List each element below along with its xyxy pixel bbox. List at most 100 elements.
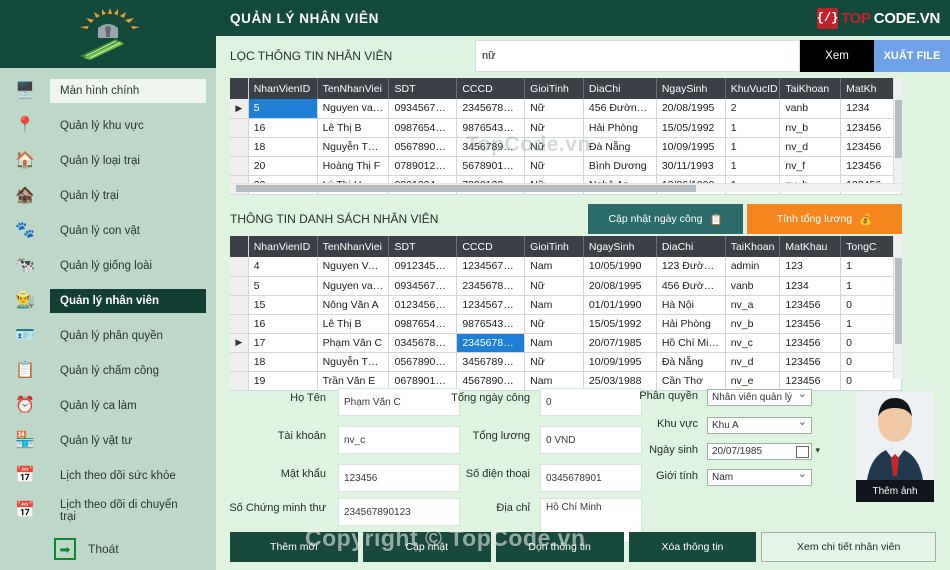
table-cell[interactable]: 18 — [248, 352, 318, 372]
table-row[interactable]: ▶ 5 Nguyen van B 0934567890 234567890... Nữ 45… — [230, 99, 902, 119]
table-cell[interactable]: Nữ — [524, 352, 584, 372]
table-cell[interactable]: nv_d — [779, 137, 842, 157]
row-selector-cell[interactable] — [230, 156, 249, 176]
table-cell[interactable]: 10/05/1990 — [583, 257, 657, 277]
table-cell[interactable]: Nữ — [524, 276, 584, 296]
table-cell[interactable]: 1 — [725, 118, 781, 138]
column-header-diachi[interactable]: DiaChi — [583, 78, 657, 99]
table-cell[interactable]: 123456 — [779, 333, 842, 353]
table-cell[interactable]: 123 — [779, 257, 842, 277]
view-button[interactable]: Xem — [800, 40, 874, 72]
table-cell[interactable]: nv_f — [779, 156, 842, 176]
table-row[interactable]: ▶ 17 Phạm Văn C 0345678901 234567890... Nam 20… — [230, 333, 902, 353]
table-cell[interactable]: 15/05/1992 — [656, 118, 726, 138]
sidebar-item-lich-theo-doi-di-chuyen-trai[interactable]: 📅 Lịch theo dõi di chuyển trại — [0, 494, 216, 528]
sidebar-item-quan-ly-phan-quyen[interactable]: 🪪 Quản lý phân quyền — [0, 319, 216, 353]
all-employee-table[interactable]: NhanVienID TenNhanViei SDT CCCD GioiTinh Ngay… — [230, 236, 902, 391]
filtered-employee-table[interactable]: NhanVienID TenNhanViei SDT CCCD GioiTinh DiaC… — [230, 78, 902, 195]
column-header-sdt[interactable]: SDT — [388, 78, 458, 99]
table-cell[interactable]: 20 — [248, 156, 318, 176]
table-row[interactable]: 20 Hoàng Thị F 0789012345 567890123... Nữ Bìn… — [230, 156, 902, 176]
table-row[interactable]: 16 Lê Thị B 0987654321 987654321... Nữ 15/05/… — [230, 314, 902, 334]
column-header-diachi[interactable]: DiaChi — [656, 236, 726, 257]
table-cell[interactable]: 18 — [248, 137, 318, 157]
table-cell[interactable]: Nguyen van B — [317, 99, 390, 119]
table-cell[interactable]: 456 Đường ... — [583, 99, 657, 119]
delete-info-button[interactable]: Xóa thông tin — [628, 532, 757, 562]
table-cell[interactable]: Nữ — [524, 314, 584, 334]
sidebar-item-man-hinh-chinh[interactable]: 🖥️ Màn hình chính — [0, 74, 216, 108]
table-cell[interactable]: Lê Thị B — [317, 118, 390, 138]
table-cell[interactable]: 5 — [248, 99, 318, 119]
employee-photo[interactable] — [856, 392, 934, 489]
sidebar-item-quan-ly-trai[interactable]: 🏚️ Quản lý trại — [0, 179, 216, 213]
row-selector-cell[interactable] — [230, 118, 249, 138]
column-header-cccd[interactable]: CCCD — [456, 78, 526, 99]
sidebar-item-quan-ly-khu-vuc[interactable]: 📍 Quản lý khu vực — [0, 109, 216, 143]
ngaysinh-datepicker[interactable] — [707, 443, 812, 460]
table-cell[interactable]: 123 Đường ... — [656, 257, 726, 277]
row-selector-cell[interactable] — [230, 352, 249, 372]
export-file-button[interactable]: XUẤT FILE — [874, 40, 950, 72]
sidebar-item-quan-ly-cham-cong[interactable]: 📋 Quản lý chấm công — [0, 354, 216, 388]
table-cell[interactable]: Hải Phòng — [583, 118, 657, 138]
search-input[interactable] — [475, 40, 800, 72]
sidebar-item-quan-ly-ca-lam[interactable]: ⏰ Quản lý ca làm — [0, 389, 216, 423]
table-cell[interactable]: 16 — [248, 314, 318, 334]
table-cell[interactable]: 123456 — [779, 295, 842, 315]
table-cell[interactable]: 5 — [248, 276, 318, 296]
row-selector-cell[interactable] — [230, 137, 249, 157]
table-cell[interactable]: Nữ — [524, 156, 584, 176]
table-cell[interactable]: 1234 — [779, 276, 842, 296]
table-cell[interactable]: 16 — [248, 118, 318, 138]
table-cell[interactable]: Bình Dương — [583, 156, 657, 176]
table-cell[interactable]: 345678901... — [456, 352, 526, 372]
table-cell[interactable]: 15/05/1992 — [583, 314, 657, 334]
column-header-cccd[interactable]: CCCD — [456, 236, 526, 257]
sidebar-item-quan-ly-con-vat[interactable]: 🐾 Quản lý con vật — [0, 214, 216, 248]
row-selector-cell[interactable] — [230, 276, 249, 296]
table-row[interactable]: 18 Nguyễn Thị D 0567890123 345678901... Nữ Đà… — [230, 137, 902, 157]
sidebar-item-lich-theo-doi-suc-khoe[interactable]: 📅 Lịch theo dõi sức khỏe — [0, 459, 216, 493]
column-header-gioitinh[interactable]: GioiTinh — [524, 78, 584, 99]
table-row[interactable]: 18 Nguyễn Thị D 0567890123 345678901... Nữ 10… — [230, 352, 902, 372]
table-cell[interactable]: 0567890123 — [388, 352, 458, 372]
table-cell[interactable]: 234567890... — [456, 276, 526, 296]
table-cell[interactable]: 17 — [248, 333, 318, 353]
table-cell[interactable]: 0934567890 — [388, 99, 458, 119]
clear-info-button[interactable]: Dọn thông tin — [495, 532, 624, 562]
add-photo-button[interactable]: Thêm ảnh — [856, 480, 934, 502]
vertical-scrollbar[interactable] — [893, 78, 902, 183]
table-cell[interactable]: 10/09/1995 — [583, 352, 657, 372]
table-cell[interactable]: Nam — [524, 257, 584, 277]
table-cell[interactable]: 123456789... — [456, 295, 526, 315]
table-cell[interactable]: Lê Thị B — [317, 314, 390, 334]
table-cell[interactable]: Đà Nẵng — [656, 352, 726, 372]
row-selector-cell[interactable] — [230, 295, 249, 315]
table-row[interactable]: 5 Nguyen van B 0934567890 234567890... Nữ 20/… — [230, 276, 902, 296]
table-cell[interactable]: 456 Đường ... — [656, 276, 726, 296]
table-cell[interactable]: Nam — [524, 295, 584, 315]
table-row[interactable]: 15 Nông Văn A 0123456789 123456789... Nam 01/… — [230, 295, 902, 315]
table-cell[interactable]: 0567890123 — [388, 137, 458, 157]
khuvuc-select[interactable] — [707, 417, 812, 434]
table-cell[interactable]: 10/09/1995 — [656, 137, 726, 157]
column-header-taikhoan[interactable]: TaiKhoan — [725, 236, 781, 257]
row-selector-cell[interactable]: ▶ — [230, 333, 249, 353]
table-cell[interactable]: admin — [725, 257, 781, 277]
table-cell[interactable]: Nữ — [524, 99, 584, 119]
table-cell[interactable]: nv_b — [725, 314, 781, 334]
column-header-taikhoan[interactable]: TaiKhoan — [779, 78, 842, 99]
column-header-khuvucid[interactable]: KhuVucID — [725, 78, 781, 99]
table-cell[interactable]: 20/08/1995 — [583, 276, 657, 296]
table-cell[interactable]: nv_c — [725, 333, 781, 353]
table-cell[interactable]: 234567890... — [456, 99, 526, 119]
column-header-ngaysinh[interactable]: NgaySinh — [583, 236, 657, 257]
exit-button[interactable]: Thoát — [0, 528, 216, 570]
sidebar-item-quan-ly-vat-tu[interactable]: 🏪 Quản lý vật tư — [0, 424, 216, 458]
calculate-salary-button[interactable]: Tính tổng lương 💰 — [747, 204, 902, 234]
table-cell[interactable]: 0987654321 — [388, 314, 458, 334]
table-cell[interactable]: vanb — [779, 99, 842, 119]
table-cell[interactable]: Đà Nẵng — [583, 137, 657, 157]
table-cell[interactable]: 123456 — [779, 314, 842, 334]
